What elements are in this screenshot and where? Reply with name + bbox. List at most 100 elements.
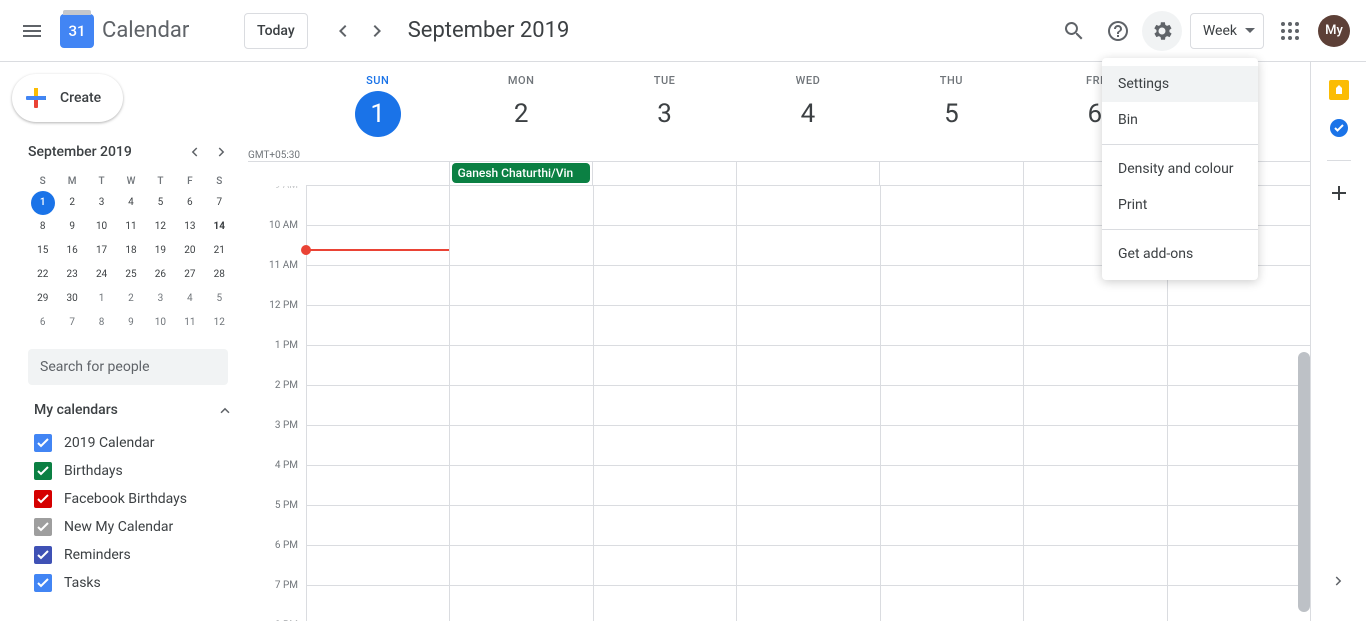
mini-day[interactable]: 10 xyxy=(148,311,172,335)
hour-cell[interactable] xyxy=(737,306,879,346)
mini-day[interactable]: 12 xyxy=(207,311,231,335)
hour-cell[interactable] xyxy=(737,266,879,306)
hour-cell[interactable] xyxy=(881,586,1023,621)
tasks-addon-icon[interactable] xyxy=(1329,118,1349,138)
hour-cell[interactable] xyxy=(307,426,449,466)
allday-cell[interactable] xyxy=(879,162,1023,185)
hour-cell[interactable] xyxy=(1024,506,1166,546)
hour-cell[interactable] xyxy=(594,586,736,621)
mini-day[interactable]: 25 xyxy=(119,263,143,287)
hour-cell[interactable] xyxy=(1024,546,1166,586)
mini-day[interactable]: 27 xyxy=(178,263,202,287)
hour-cell[interactable] xyxy=(881,386,1023,426)
hour-cell[interactable] xyxy=(881,226,1023,266)
mini-next-button[interactable] xyxy=(210,140,234,164)
my-calendars-header[interactable]: My calendars xyxy=(8,401,248,419)
mini-day[interactable]: 6 xyxy=(178,191,202,215)
day-number[interactable]: 3 xyxy=(642,91,688,137)
view-selector[interactable]: Week xyxy=(1190,13,1264,49)
allday-cell[interactable] xyxy=(306,162,449,185)
day-column[interactable] xyxy=(736,186,879,621)
hour-cell[interactable] xyxy=(1168,306,1310,346)
scrollbar[interactable] xyxy=(1298,352,1310,612)
menu-item-print[interactable]: Print xyxy=(1102,187,1258,223)
hour-cell[interactable] xyxy=(450,426,592,466)
search-button[interactable] xyxy=(1054,11,1094,51)
calendar-checkbox[interactable] xyxy=(34,434,52,452)
mini-day[interactable]: 9 xyxy=(60,215,84,239)
hour-cell[interactable] xyxy=(1168,586,1310,621)
mini-day[interactable]: 3 xyxy=(148,287,172,311)
mini-day[interactable]: 26 xyxy=(148,263,172,287)
hour-cell[interactable] xyxy=(737,426,879,466)
mini-day[interactable]: 3 xyxy=(90,191,114,215)
hour-cell[interactable] xyxy=(881,346,1023,386)
mini-day[interactable]: 4 xyxy=(119,191,143,215)
hour-cell[interactable] xyxy=(1024,586,1166,621)
day-column[interactable] xyxy=(449,186,592,621)
allday-cell[interactable] xyxy=(592,162,736,185)
today-button[interactable]: Today xyxy=(244,13,308,49)
hour-cell[interactable] xyxy=(450,546,592,586)
mini-day[interactable]: 5 xyxy=(148,191,172,215)
hour-cell[interactable] xyxy=(737,586,879,621)
hour-cell[interactable] xyxy=(737,186,879,226)
hour-cell[interactable] xyxy=(881,306,1023,346)
hour-cell[interactable] xyxy=(450,506,592,546)
mini-day[interactable]: 23 xyxy=(60,263,84,287)
mini-day[interactable]: 24 xyxy=(90,263,114,287)
mini-day[interactable]: 18 xyxy=(119,239,143,263)
prev-period-button[interactable] xyxy=(326,15,358,47)
mini-day[interactable]: 14 xyxy=(207,215,231,239)
hour-cell[interactable] xyxy=(737,346,879,386)
mini-day[interactable]: 10 xyxy=(90,215,114,239)
mini-day[interactable]: 15 xyxy=(31,239,55,263)
day-number[interactable]: 1 xyxy=(355,91,401,137)
hour-cell[interactable] xyxy=(1168,346,1310,386)
hour-cell[interactable] xyxy=(307,586,449,621)
hour-cell[interactable] xyxy=(1168,506,1310,546)
hour-cell[interactable] xyxy=(737,386,879,426)
hour-cell[interactable] xyxy=(881,186,1023,226)
mini-day[interactable]: 16 xyxy=(60,239,84,263)
hour-cell[interactable] xyxy=(594,466,736,506)
hour-cell[interactable] xyxy=(307,346,449,386)
day-column[interactable] xyxy=(880,186,1023,621)
calendar-checkbox[interactable] xyxy=(34,518,52,536)
settings-button[interactable] xyxy=(1142,11,1182,51)
menu-item-settings[interactable]: Settings xyxy=(1102,66,1258,102)
mini-day[interactable]: 8 xyxy=(90,311,114,335)
mini-day[interactable]: 17 xyxy=(90,239,114,263)
create-button[interactable]: Create xyxy=(12,74,123,122)
mini-day[interactable]: 2 xyxy=(60,191,84,215)
day-column[interactable] xyxy=(306,186,449,621)
menu-item-bin[interactable]: Bin xyxy=(1102,102,1258,138)
hour-cell[interactable] xyxy=(450,306,592,346)
hour-cell[interactable] xyxy=(1024,386,1166,426)
mini-day[interactable]: 9 xyxy=(119,311,143,335)
hour-cell[interactable] xyxy=(737,546,879,586)
hour-cell[interactable] xyxy=(1024,306,1166,346)
mini-day[interactable]: 30 xyxy=(60,287,84,311)
day-number[interactable]: 4 xyxy=(785,91,831,137)
support-button[interactable] xyxy=(1098,11,1138,51)
mini-day[interactable]: 4 xyxy=(178,287,202,311)
hour-cell[interactable] xyxy=(1024,346,1166,386)
mini-day[interactable]: 11 xyxy=(178,311,202,335)
hour-cell[interactable] xyxy=(307,546,449,586)
day-number[interactable]: 2 xyxy=(498,91,544,137)
hour-cell[interactable] xyxy=(737,226,879,266)
calendar-checkbox[interactable] xyxy=(34,462,52,480)
mini-day[interactable]: 12 xyxy=(148,215,172,239)
day-number[interactable]: 5 xyxy=(928,91,974,137)
hour-cell[interactable] xyxy=(450,346,592,386)
mini-day[interactable]: 2 xyxy=(119,287,143,311)
search-people-input[interactable]: Search for people xyxy=(28,349,228,385)
hour-cell[interactable] xyxy=(881,466,1023,506)
calendar-checkbox[interactable] xyxy=(34,574,52,592)
hour-cell[interactable] xyxy=(1168,386,1310,426)
keep-addon-icon[interactable] xyxy=(1329,80,1349,100)
mini-day[interactable]: 13 xyxy=(178,215,202,239)
google-apps-button[interactable] xyxy=(1270,11,1310,51)
allday-cell[interactable]: Ganesh Chaturthi/Vin xyxy=(449,162,593,185)
